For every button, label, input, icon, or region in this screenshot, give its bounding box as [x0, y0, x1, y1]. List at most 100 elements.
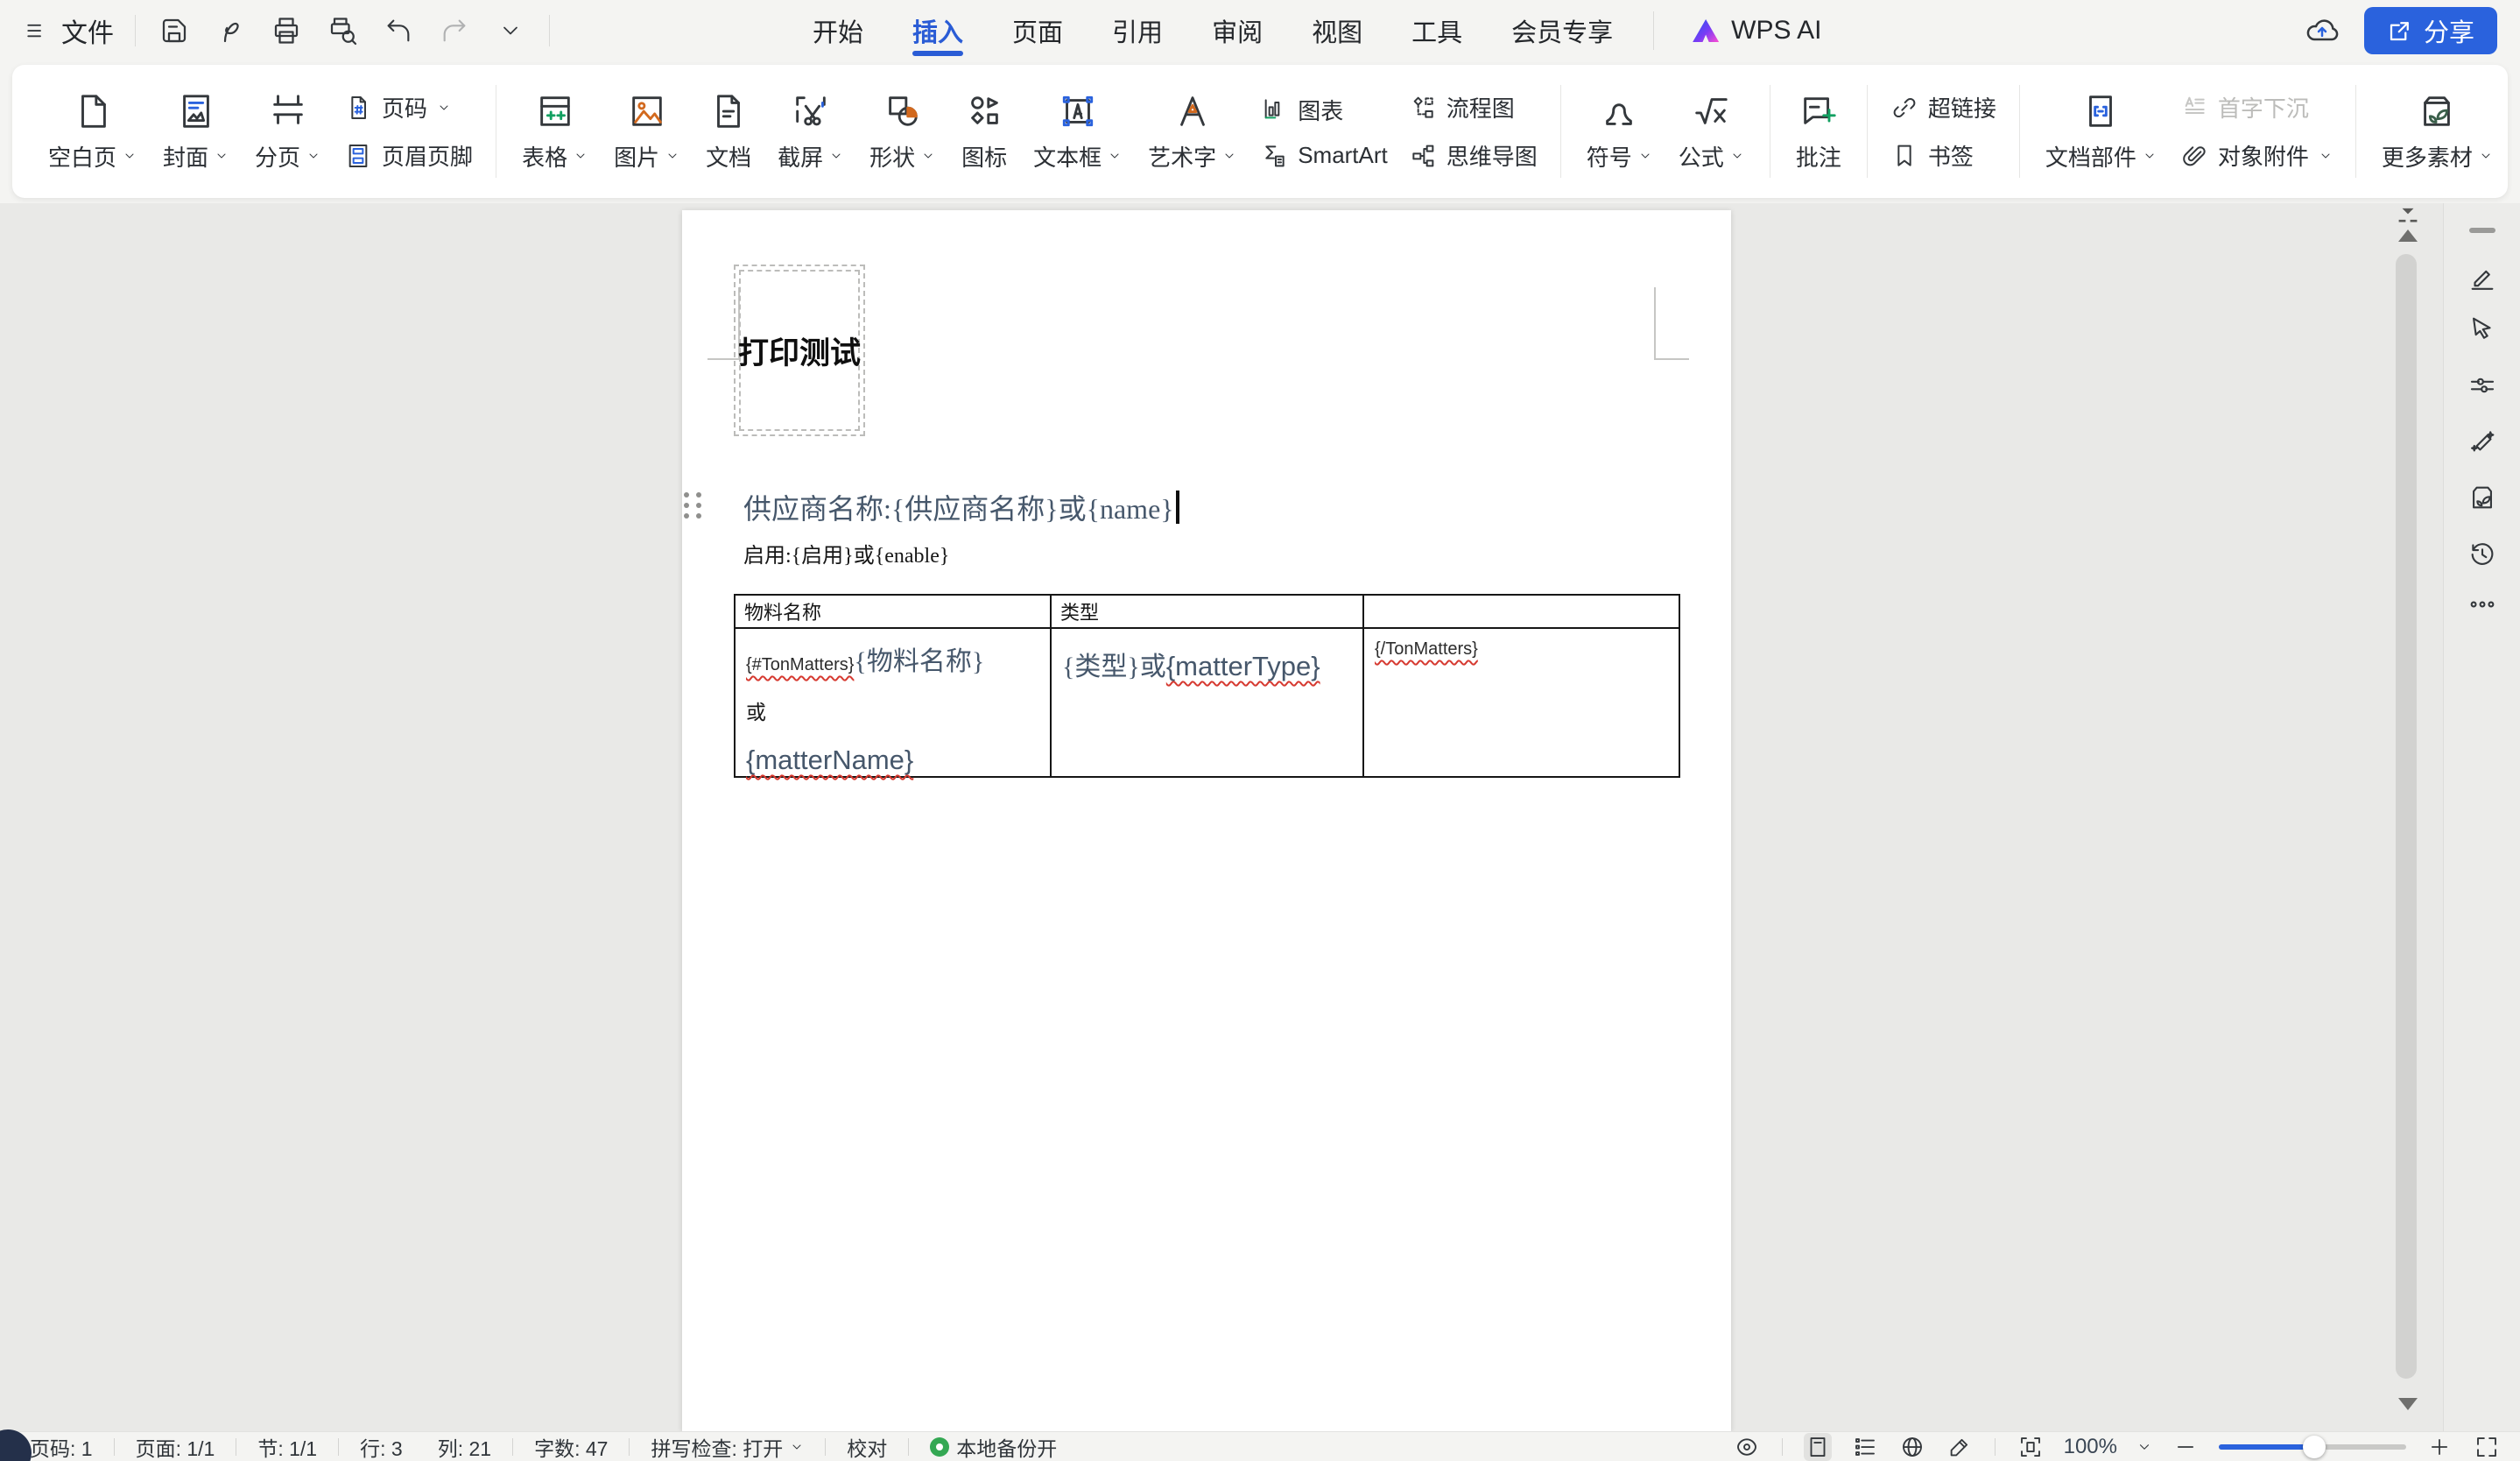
- chart-button[interactable]: 图表: [1260, 94, 1388, 126]
- divider: [2019, 85, 2020, 178]
- bookmark-button[interactable]: 书签: [1890, 139, 1996, 172]
- scroll-up-arrow[interactable]: [2398, 229, 2418, 242]
- share-button[interactable]: 分享: [2364, 7, 2497, 54]
- wps-ai-button[interactable]: WPS AI: [1653, 11, 1821, 50]
- eye-protection-icon[interactable]: [1733, 1433, 1761, 1461]
- table-cell-closing-tag[interactable]: {/TonMatters}: [1363, 628, 1679, 777]
- adjust-settings-icon[interactable]: [2467, 371, 2497, 400]
- fit-page-button[interactable]: [2017, 1433, 2045, 1461]
- picture-button[interactable]: 图片: [601, 65, 693, 198]
- wordart-button[interactable]: 艺术字: [1135, 65, 1249, 198]
- table-header-cell[interactable]: 类型: [1051, 595, 1363, 628]
- status-local-backup[interactable]: 本地备份开: [930, 1432, 1057, 1461]
- ribbon-tabs: 开始 插入 页面 引用 审阅 视图 工具 会员专享: [813, 0, 1613, 61]
- zoom-level[interactable]: 100%: [2064, 1435, 2117, 1459]
- flowchart-button[interactable]: 流程图: [1409, 91, 1538, 124]
- tab-home[interactable]: 开始: [813, 0, 863, 61]
- drop-cap-button[interactable]: 首字下沉: [2180, 91, 2333, 124]
- status-proofread[interactable]: 校对: [847, 1432, 887, 1461]
- textbox-button[interactable]: 文本框: [1020, 65, 1135, 198]
- table-header-cell[interactable]: 物料名称: [735, 595, 1051, 628]
- chevron-down-icon: [829, 149, 843, 163]
- print-preview-button[interactable]: [325, 13, 360, 48]
- select-cursor-icon[interactable]: [2467, 314, 2497, 343]
- table-cell-matter-name[interactable]: {#TonMatters}{物料名称} 或 {matterName}: [735, 628, 1051, 777]
- doc-line-supplier[interactable]: 供应商名称:{供应商名称}或{name}: [743, 487, 1179, 527]
- tab-membership[interactable]: 会员专享: [1511, 0, 1613, 61]
- title-text-frame[interactable]: 打印测试: [734, 265, 865, 436]
- doc-line-enable[interactable]: 启用:{启用}或{enable}: [743, 538, 949, 568]
- tab-review[interactable]: 审阅: [1212, 0, 1263, 61]
- mindmap-button[interactable]: 思维导图: [1409, 139, 1538, 172]
- attachment-button[interactable]: 对象附件: [2180, 139, 2333, 172]
- icons-button[interactable]: 图标: [948, 65, 1020, 198]
- tab-insert[interactable]: 插入: [912, 0, 963, 61]
- status-section[interactable]: 节: 1/1: [257, 1432, 317, 1461]
- page-view-button[interactable]: [1804, 1433, 1832, 1461]
- assets-icon[interactable]: [2467, 483, 2497, 512]
- textbox-icon: [1058, 91, 1098, 131]
- cover-button[interactable]: 封面: [150, 65, 242, 198]
- table-header-cell[interactable]: [1363, 595, 1679, 628]
- table-cell-matter-type[interactable]: {类型}或{matterType}: [1051, 628, 1363, 777]
- screenshot-button[interactable]: 截屏: [764, 65, 856, 198]
- document-button[interactable]: 文档: [693, 65, 764, 198]
- scrollbar-thumb[interactable]: [2396, 254, 2417, 1379]
- tab-tools[interactable]: 工具: [1411, 0, 1462, 61]
- magic-wand-icon[interactable]: [2467, 427, 2497, 457]
- page-break-button[interactable]: 分页: [242, 65, 334, 198]
- shapes-button[interactable]: 形状: [856, 65, 948, 198]
- page-number-button[interactable]: 页码: [344, 91, 473, 124]
- formula-button[interactable]: 公式: [1665, 65, 1757, 198]
- hyperlink-button[interactable]: 超链接: [1890, 91, 1996, 124]
- tab-reference[interactable]: 引用: [1112, 0, 1163, 61]
- collapse-ribbon-button[interactable]: [2394, 205, 2422, 228]
- smartart-button[interactable]: SmartArt: [1260, 142, 1388, 170]
- ink-pen-button[interactable]: [1946, 1433, 1974, 1461]
- format-painter-icon[interactable]: [213, 13, 248, 48]
- history-icon[interactable]: [2467, 540, 2497, 569]
- comment-button[interactable]: 批注: [1783, 65, 1855, 198]
- blank-page-button[interactable]: 空白页: [35, 65, 150, 198]
- table-button[interactable]: 表格: [509, 65, 601, 198]
- web-view-button[interactable]: [1898, 1433, 1926, 1461]
- zoom-in-button[interactable]: [2425, 1433, 2453, 1461]
- doc-parts-button[interactable]: 文档部件: [2032, 65, 2170, 198]
- undo-button[interactable]: [381, 13, 416, 48]
- paragraph-drag-handle[interactable]: [684, 492, 705, 520]
- tab-page[interactable]: 页面: [1012, 0, 1063, 61]
- document-page[interactable]: 打印测试 供应商名称:{供应商名称}或{name} 启用:{启用}或{enabl…: [682, 210, 1731, 1431]
- document-canvas[interactable]: 打印测试 供应商名称:{供应商名称}或{name} 启用:{启用}或{enabl…: [0, 203, 2520, 1431]
- symbol-button[interactable]: 符号: [1573, 65, 1665, 198]
- header-footer-button[interactable]: 页眉页脚: [344, 139, 473, 172]
- status-page[interactable]: 页面: 1/1: [136, 1432, 215, 1461]
- doc-table[interactable]: 物料名称 类型 {#TonMatters}{物料名称} 或 {matterNam…: [734, 594, 1680, 778]
- pen-icon[interactable]: [2467, 263, 2497, 293]
- fullscreen-button[interactable]: [2473, 1433, 2501, 1461]
- divider: [2355, 85, 2356, 178]
- chevron-down-icon: [1730, 149, 1744, 163]
- status-page-number[interactable]: 页码: 1: [30, 1432, 93, 1461]
- more-options-icon[interactable]: [2467, 589, 2497, 619]
- status-word-count[interactable]: 字数: 47: [534, 1432, 608, 1461]
- save-button[interactable]: [157, 13, 192, 48]
- tab-view[interactable]: 视图: [1312, 0, 1362, 61]
- chevron-down-icon: [2143, 149, 2157, 163]
- zoom-out-button[interactable]: [2172, 1433, 2200, 1461]
- outline-view-button[interactable]: [1851, 1433, 1879, 1461]
- zoom-slider[interactable]: [2219, 1444, 2406, 1450]
- chevron-down-icon: [574, 149, 588, 163]
- zoom-slider-knob[interactable]: [2303, 1436, 2326, 1458]
- quickbar-more-chevron[interactable]: [493, 13, 528, 48]
- cloud-upload-icon[interactable]: [2305, 13, 2340, 48]
- print-button[interactable]: [269, 13, 304, 48]
- file-menu-button[interactable]: 文件: [23, 11, 114, 50]
- more-assets-button[interactable]: 更多素材: [2369, 65, 2506, 198]
- redo-button[interactable]: [437, 13, 472, 48]
- doc-title: 打印测试: [738, 328, 861, 373]
- status-spellcheck[interactable]: 拼写检查: 打开: [651, 1432, 804, 1461]
- shapes-icon: [883, 91, 923, 131]
- wordart-icon: [1172, 91, 1213, 131]
- chevron-down-icon[interactable]: [2136, 1439, 2152, 1455]
- scroll-down-arrow[interactable]: [2398, 1398, 2418, 1410]
